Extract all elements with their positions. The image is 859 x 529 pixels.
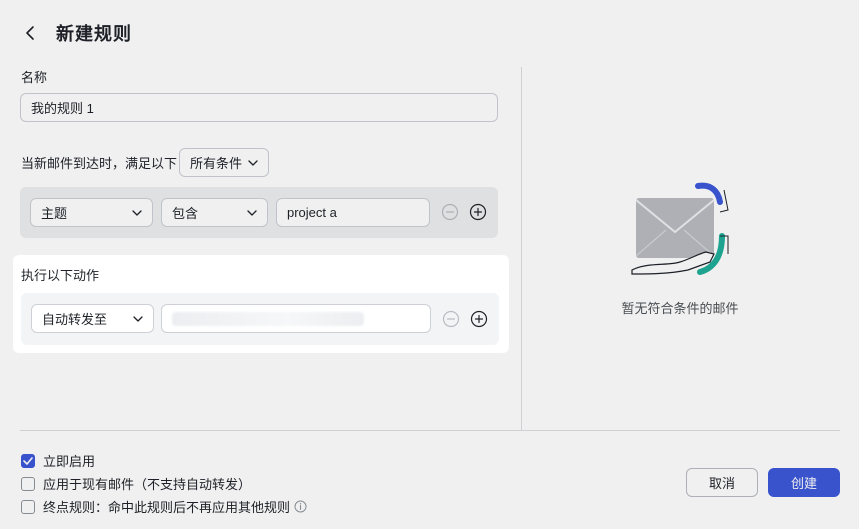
chevron-left-icon — [26, 26, 34, 40]
enable-now-option[interactable]: 立即启用 — [21, 451, 95, 470]
action-row: 自动转发至 — [21, 293, 499, 345]
vertical-divider — [521, 67, 522, 430]
chevron-down-icon — [247, 209, 257, 216]
header: 新建规则 — [20, 18, 132, 48]
final-rule-checkbox[interactable] — [21, 499, 35, 514]
rule-name-input[interactable]: 我的规则 1 — [20, 93, 498, 122]
condition-field-value: 主题 — [41, 206, 68, 221]
page-title: 新建规则 — [56, 24, 132, 44]
remove-condition-icon[interactable] — [441, 203, 459, 221]
final-rule-option[interactable]: 终点规则：命中此规则后不再应用其他规则 — [21, 497, 307, 516]
footer-divider — [20, 430, 840, 431]
action-type-value: 自动转发至 — [42, 312, 108, 327]
chevron-down-icon — [133, 315, 143, 322]
new-rule-page: 新建规则 名称 我的规则 1 当新邮件到达时，满足以下 所有条件 主题 包含 p… — [0, 0, 859, 529]
cancel-button[interactable]: 取消 — [686, 468, 758, 497]
empty-state-text: 暂无符合条件的邮件 — [621, 301, 739, 316]
final-rule-label: 终点规则：命中此规则后不再应用其他规则 — [43, 500, 291, 515]
info-icon[interactable] — [294, 500, 307, 513]
apply-existing-label: 应用于现有邮件（不支持自动转发） — [43, 477, 252, 492]
add-action-icon[interactable] — [470, 310, 488, 328]
condition-value-input[interactable]: project a — [276, 198, 430, 227]
chevron-down-icon — [248, 159, 258, 166]
enable-now-label: 立即启用 — [43, 454, 96, 469]
check-icon — [23, 456, 33, 465]
enable-now-checkbox[interactable] — [21, 453, 35, 468]
create-button[interactable]: 创建 — [768, 468, 840, 497]
rule-name-value: 我的规则 1 — [31, 101, 94, 116]
condition-operator-value: 包含 — [172, 206, 199, 221]
condition-field-select[interactable]: 主题 — [30, 198, 153, 227]
condition-operator-select[interactable]: 包含 — [161, 198, 268, 227]
apply-existing-checkbox[interactable] — [21, 476, 35, 491]
forward-target-input[interactable] — [161, 304, 431, 333]
action-section-label: 执行以下动作 — [21, 268, 100, 283]
trigger-label: 当新邮件到达时，满足以下 — [21, 156, 178, 171]
name-label: 名称 — [21, 70, 48, 85]
condition-value-text: project a — [287, 205, 337, 220]
condition-row: 主题 包含 project a — [20, 187, 498, 238]
action-type-select[interactable]: 自动转发至 — [31, 304, 154, 333]
match-condition-value: 所有条件 — [190, 156, 243, 171]
remove-action-icon[interactable] — [442, 310, 460, 328]
add-condition-icon[interactable] — [469, 203, 487, 221]
redacted-email — [172, 311, 364, 326]
back-button[interactable] — [20, 19, 40, 47]
apply-existing-option[interactable]: 应用于现有邮件（不支持自动转发） — [21, 474, 251, 493]
empty-mail-illustration — [628, 182, 732, 282]
chevron-down-icon — [132, 209, 142, 216]
match-condition-select[interactable]: 所有条件 — [179, 148, 269, 177]
action-section: 执行以下动作 自动转发至 — [13, 255, 509, 353]
